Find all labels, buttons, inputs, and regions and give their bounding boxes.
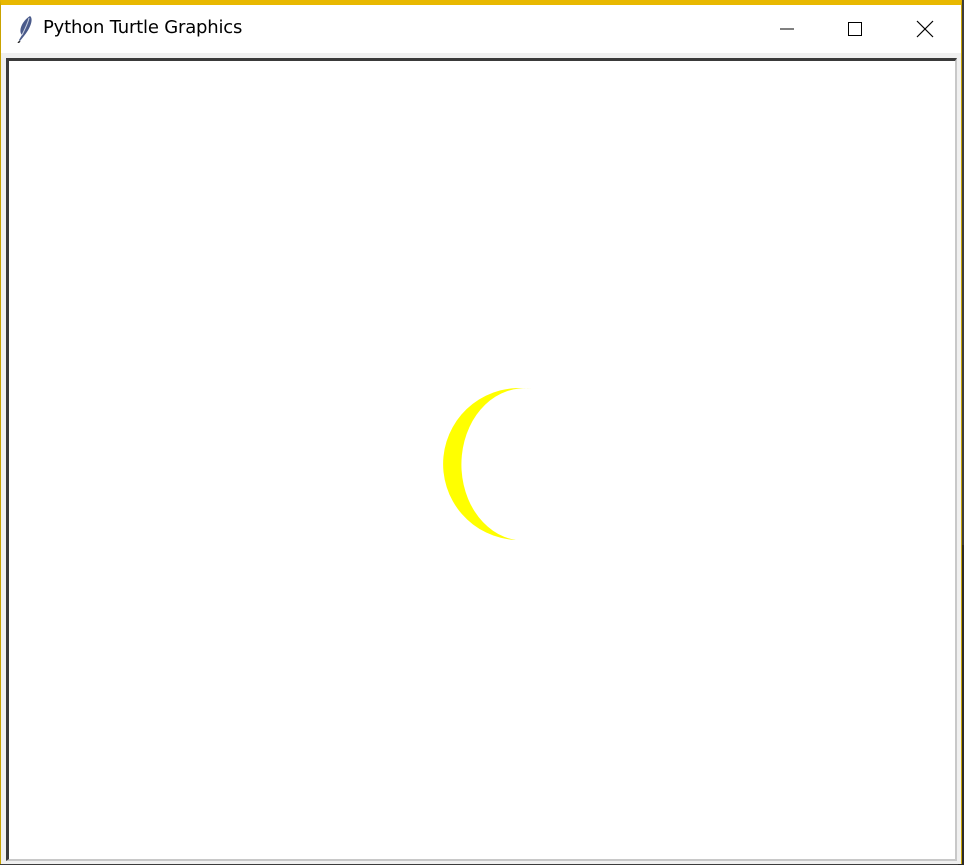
- maximize-icon: [848, 22, 862, 36]
- turtle-canvas[interactable]: [9, 61, 955, 859]
- tk-feather-icon: [17, 16, 32, 43]
- close-icon: [916, 20, 934, 38]
- maximize-button[interactable]: [821, 5, 889, 53]
- minimize-icon: [780, 28, 794, 30]
- crescent-moon: [443, 388, 531, 540]
- window-title: Python Turtle Graphics: [43, 17, 243, 38]
- minimize-button[interactable]: [753, 5, 821, 53]
- close-button[interactable]: [891, 5, 959, 53]
- title-bar[interactable]: Python Turtle Graphics: [1, 5, 961, 53]
- turtle-canvas-frame: [6, 58, 957, 861]
- turtle-window: Python Turtle Graphics: [0, 0, 962, 864]
